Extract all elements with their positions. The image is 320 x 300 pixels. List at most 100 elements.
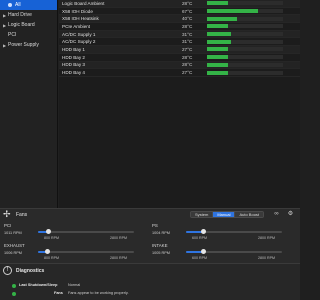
sensor-name: PCIe Ambient bbox=[62, 23, 91, 29]
sensor-row[interactable]: PCIe Ambient 28°C bbox=[59, 23, 300, 31]
fan-max-rpm: 2800 RPM bbox=[110, 236, 127, 240]
sidebar-item-all[interactable]: All bbox=[0, 0, 57, 10]
diagnostic-label: Last Shutdown/Sleep bbox=[19, 283, 58, 287]
sensor-value: 40°C bbox=[182, 16, 193, 22]
slider-knob[interactable] bbox=[45, 249, 51, 254]
sensor-level-bar bbox=[207, 1, 229, 6]
sensor-level-bar bbox=[207, 55, 229, 60]
sensor-value: 28°C bbox=[182, 54, 193, 60]
fan-name: PCI bbox=[4, 223, 12, 228]
sensor-value: 31°C bbox=[182, 39, 193, 45]
fans-title: Fans bbox=[16, 212, 28, 218]
sensor-row[interactable]: X58 IOH Heatsink 40°C bbox=[59, 15, 300, 24]
slider-knob[interactable] bbox=[200, 249, 206, 254]
main-split-view: All ▶ Hard Drive ▶ Logic Board PCI ▶ Pow… bbox=[0, 0, 300, 208]
slider-knob[interactable] bbox=[46, 229, 52, 234]
fan-speed-slider[interactable] bbox=[186, 229, 282, 234]
sensor-row[interactable]: X58 IOH Diode 67°C bbox=[59, 8, 300, 16]
fan-icon: ✢ bbox=[3, 209, 11, 219]
sensor-name: HDD Bay 4 bbox=[62, 70, 85, 76]
sensor-level-bar bbox=[207, 39, 231, 44]
sensor-row[interactable]: Logic Board Ambient 28°C bbox=[59, 0, 300, 8]
sensor-row[interactable]: HDD Bay 4 27°C bbox=[59, 69, 300, 77]
sensor-level-track bbox=[207, 16, 283, 21]
fan-control-exhaust: EXHAUST 1006 RPM 800 RPM 2800 RPM bbox=[4, 243, 144, 263]
sensor-level-track bbox=[207, 24, 283, 29]
fan-control-intake: INTAKE 1005 RPM 600 RPM 2800 RPM bbox=[152, 243, 292, 263]
fan-rpm: 1006 RPM bbox=[4, 251, 22, 255]
fan-name: INTAKE bbox=[152, 243, 168, 248]
diagnostic-value: Normal bbox=[68, 283, 81, 287]
fan-speed-slider[interactable] bbox=[38, 249, 134, 254]
sensor-value: 27°C bbox=[182, 46, 193, 52]
sidebar-item-power-supply[interactable]: ▶ Power Supply bbox=[0, 40, 57, 50]
sidebar-item-label: Power Supply bbox=[8, 42, 39, 48]
status-ok-icon bbox=[12, 284, 16, 288]
fan-control-pci: PCI 1011 RPM 800 RPM 2800 RPM bbox=[4, 223, 144, 243]
sensor-name: AC/DC Supply 1 bbox=[62, 31, 96, 37]
sidebar: All ▶ Hard Drive ▶ Logic Board PCI ▶ Pow… bbox=[0, 0, 58, 208]
status-ok-icon bbox=[12, 292, 16, 296]
sidebar-item-hard-drive[interactable]: ▶ Hard Drive bbox=[0, 10, 57, 20]
sensor-name: HDD Bay 2 bbox=[62, 54, 85, 60]
sensor-level-track bbox=[207, 70, 283, 75]
sensor-value: 28°C bbox=[182, 0, 193, 6]
sensor-row[interactable]: AC/DC Supply 2 31°C bbox=[59, 38, 300, 47]
fans-panel: ✢ Fans System Manual Auto Boost ∞ ⚙ PCI 1… bbox=[0, 208, 300, 263]
sensor-level-track bbox=[207, 1, 283, 6]
mode-system-button[interactable]: System bbox=[191, 212, 214, 217]
sensor-value: 28°C bbox=[182, 62, 193, 68]
sensor-value: 27°C bbox=[182, 70, 193, 76]
fan-max-rpm: 2800 RPM bbox=[258, 236, 275, 240]
fan-rpm: 1004 RPM bbox=[152, 231, 170, 235]
fan-min-rpm: 600 RPM bbox=[192, 236, 207, 240]
fans-header: ✢ Fans System Manual Auto Boost ∞ ⚙ bbox=[0, 209, 300, 220]
sensor-level-bar bbox=[207, 47, 228, 52]
sensor-level-bar bbox=[207, 16, 238, 21]
sensor-row[interactable]: HDD Bay 2 28°C bbox=[59, 54, 300, 62]
mode-auto-boost-button[interactable]: Auto Boost bbox=[235, 212, 264, 217]
sensor-name: AC/DC Supply 2 bbox=[62, 39, 96, 45]
sensor-level-track bbox=[207, 9, 283, 14]
sidebar-item-label: All bbox=[15, 2, 21, 8]
gear-icon[interactable]: ⚙ bbox=[287, 211, 294, 218]
sidebar-item-label: Hard Drive bbox=[8, 12, 32, 18]
fan-speed-slider[interactable] bbox=[38, 229, 134, 234]
diagnostics-title: Diagnostics bbox=[16, 268, 45, 274]
slider-knob[interactable] bbox=[200, 229, 206, 234]
diagnostic-row: Fans Fans appear to be working properly. bbox=[0, 291, 300, 299]
sensor-value: 67°C bbox=[182, 8, 193, 14]
sensor-row[interactable]: AC/DC Supply 1 31°C bbox=[59, 30, 300, 39]
sensor-name: X58 IOH Heatsink bbox=[62, 16, 99, 22]
sidebar-item-label: PCI bbox=[8, 32, 17, 38]
diagnostic-row: Last Shutdown/Sleep Normal bbox=[0, 283, 300, 291]
sensor-row[interactable]: HDD Bay 1 27°C bbox=[59, 46, 300, 54]
fan-mode-segmented-control[interactable]: System Manual Auto Boost bbox=[190, 211, 265, 218]
sidebar-item-label: Logic Board bbox=[8, 22, 35, 28]
link-icon[interactable]: ∞ bbox=[273, 211, 280, 218]
sensor-level-bar bbox=[207, 70, 228, 75]
fan-control-ps: PS 1004 RPM 600 RPM 2800 RPM bbox=[152, 223, 292, 243]
sensor-level-bar bbox=[207, 62, 229, 67]
diagnostic-label: Fans bbox=[54, 291, 63, 295]
sensor-level-track bbox=[207, 47, 283, 52]
sensor-level-track bbox=[207, 62, 283, 67]
sensor-level-track bbox=[207, 32, 283, 37]
sensor-level-track bbox=[207, 39, 283, 44]
sensor-value: 28°C bbox=[182, 23, 193, 29]
sensor-row[interactable]: HDD Bay 3 28°C bbox=[59, 61, 300, 70]
fan-speed-slider[interactable] bbox=[186, 249, 282, 254]
sensor-name: Logic Board Ambient bbox=[62, 0, 105, 6]
sensor-list[interactable]: Logic Board Ambient 28°C X58 IOH Diode 67°C… bbox=[59, 0, 300, 208]
fan-max-rpm: 2800 RPM bbox=[110, 256, 127, 260]
sensor-level-track bbox=[207, 55, 283, 60]
fan-name: PS bbox=[152, 223, 158, 228]
sidebar-item-logic-board[interactable]: ▶ Logic Board bbox=[0, 20, 57, 30]
fan-min-rpm: 800 RPM bbox=[44, 236, 59, 240]
fan-name: EXHAUST bbox=[4, 243, 25, 248]
fan-rpm: 1011 RPM bbox=[4, 231, 22, 235]
sensor-value: 31°C bbox=[182, 31, 193, 37]
sidebar-item-pci[interactable]: PCI bbox=[0, 30, 57, 40]
sensor-level-bar bbox=[207, 32, 231, 37]
mode-manual-button[interactable]: Manual bbox=[213, 212, 236, 217]
